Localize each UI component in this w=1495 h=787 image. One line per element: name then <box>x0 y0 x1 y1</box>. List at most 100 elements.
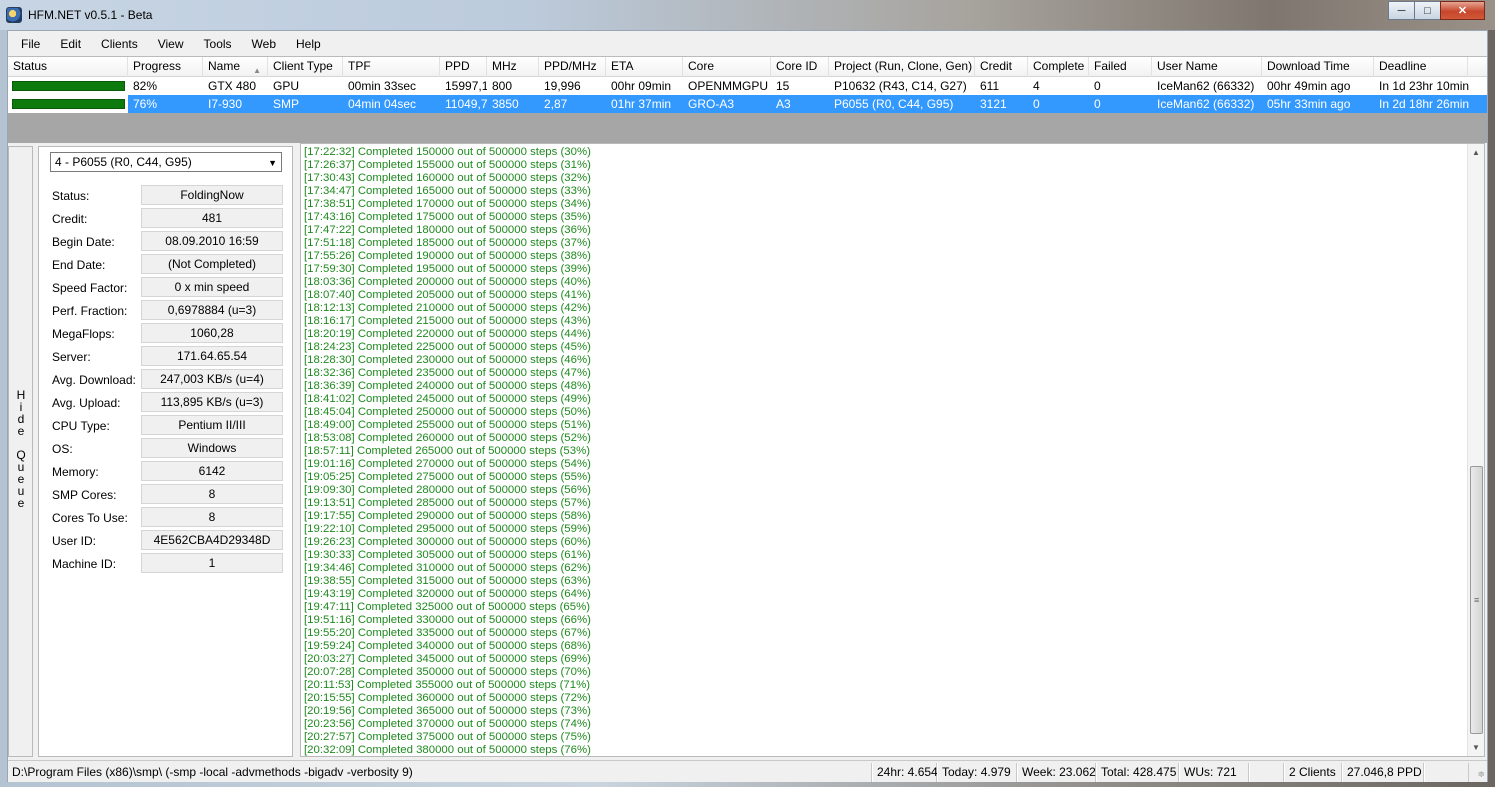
queue-field-label: Avg. Download: <box>52 373 136 387</box>
tpf-cell: 00min 33sec <box>348 79 417 93</box>
title-bar[interactable]: HFM.NET v0.5.1 - Beta ─ □ ✕ <box>0 0 1495 30</box>
log-line: [19:05:25] Completed 275000 out of 50000… <box>304 471 591 483</box>
maximize-button[interactable]: □ <box>1414 1 1441 20</box>
menu-view[interactable]: View <box>148 37 194 51</box>
name-cell: I7-930 <box>208 97 243 111</box>
column-header-core[interactable]: Core <box>683 57 771 77</box>
column-header-project[interactable]: Project (Run, Clone, Gen) <box>829 57 975 77</box>
column-header-name[interactable]: Name ▲ <box>203 57 268 77</box>
grip-icon: ≡ <box>1474 595 1480 605</box>
status-today: Today: 4.979 <box>937 763 1017 782</box>
table-row-selected[interactable]: 76% I7-930 SMP 04min 04sec 11049,7 3850 … <box>8 95 1487 113</box>
log-line: [17:38:51] Completed 170000 out of 50000… <box>304 198 591 210</box>
log-panel[interactable]: [17:22:32] Completed 150000 out of 50000… <box>300 143 1485 757</box>
log-line: [19:51:16] Completed 330000 out of 50000… <box>304 614 591 626</box>
log-line: [18:28:30] Completed 230000 out of 50000… <box>304 354 591 366</box>
queue-selector[interactable]: 4 - P6055 (R0, C44, G95) ▼ <box>50 152 282 172</box>
queue-field: Memory: 6142 <box>52 461 284 484</box>
column-header-status[interactable]: Status <box>8 57 128 77</box>
column-header-complete[interactable]: Complete <box>1028 57 1089 77</box>
queue-field-label: Server: <box>52 350 91 364</box>
status-24hr: 24hr: 4.654 <box>872 763 938 782</box>
log-line: [19:17:55] Completed 290000 out of 50000… <box>304 510 591 522</box>
log-line: [19:38:55] Completed 315000 out of 50000… <box>304 575 591 587</box>
clients-grid: Status Progress Name ▲ Client Type TPF PP… <box>8 56 1487 144</box>
log-line: [19:26:23] Completed 300000 out of 50000… <box>304 536 591 548</box>
queue-field-label: OS: <box>52 442 73 456</box>
log-line: [20:03:27] Completed 345000 out of 50000… <box>304 653 591 665</box>
project-cell: P10632 (R43, C14, G27) <box>834 79 967 93</box>
menu-file[interactable]: File <box>8 37 50 51</box>
menu-tools[interactable]: Tools <box>194 37 242 51</box>
queue-field-value: 247,003 KB/s (u=4) <box>141 369 283 389</box>
size-grip-icon[interactable]: ≑ <box>1477 769 1485 780</box>
download-time-cell: 05hr 33min ago <box>1267 97 1351 111</box>
column-header-ppd[interactable]: PPD <box>440 57 487 77</box>
status-empty <box>1249 763 1284 782</box>
menu-clients[interactable]: Clients <box>91 37 148 51</box>
hide-queue-label: Hide Queue <box>16 388 26 510</box>
hide-queue-button[interactable]: Hide Queue <box>8 146 33 757</box>
queue-field-value: 08.09.2010 16:59 <box>141 231 283 251</box>
queue-field-value: 171.64.65.54 <box>141 346 283 366</box>
queue-field: Avg. Download: 247,003 KB/s (u=4) <box>52 369 284 392</box>
queue-field-value: 8 <box>141 484 283 504</box>
complete-cell: 0 <box>1033 97 1040 111</box>
status-cell <box>8 77 128 95</box>
log-line: [18:41:02] Completed 245000 out of 50000… <box>304 393 591 405</box>
tpf-cell: 04min 04sec <box>348 97 417 111</box>
queue-field-label: Perf. Fraction: <box>52 304 128 318</box>
queue-field-value: 4E562CBA4D29348D <box>141 530 283 550</box>
window-controls: ─ □ ✕ <box>1388 1 1485 20</box>
menu-edit[interactable]: Edit <box>50 37 91 51</box>
column-header-ppd-mhz[interactable]: PPD/MHz <box>539 57 606 77</box>
column-header-client-type[interactable]: Client Type <box>268 57 343 77</box>
queue-field: End Date: (Not Completed) <box>52 254 284 277</box>
status-empty-2 <box>1424 763 1469 782</box>
scroll-down-icon[interactable]: ▼ <box>1468 739 1484 756</box>
queue-field: Avg. Upload: 113,895 KB/s (u=3) <box>52 392 284 415</box>
queue-field-label: Avg. Upload: <box>52 396 121 410</box>
credit-cell: 3121 <box>980 97 1007 111</box>
column-header-tpf[interactable]: TPF <box>343 57 440 77</box>
column-header-mhz[interactable]: MHz <box>487 57 539 77</box>
progress-cell: 76% <box>133 97 158 111</box>
log-line: [18:36:39] Completed 240000 out of 50000… <box>304 380 591 392</box>
log-line: [19:30:33] Completed 305000 out of 50000… <box>304 549 591 561</box>
column-header-core-id[interactable]: Core ID <box>771 57 829 77</box>
log-line: [18:12:13] Completed 210000 out of 50000… <box>304 302 591 314</box>
log-line: [20:07:28] Completed 350000 out of 50000… <box>304 666 591 678</box>
column-header-progress[interactable]: Progress <box>128 57 203 77</box>
column-header-deadline[interactable]: Deadline <box>1374 57 1468 77</box>
table-row[interactable]: 82% GTX 480 GPU 00min 33sec 15997,1 800 … <box>8 77 1487 95</box>
menu-help[interactable]: Help <box>286 37 331 51</box>
queue-field: CPU Type: Pentium II/III <box>52 415 284 438</box>
log-scrollbar[interactable]: ▲ ≡ ▼ <box>1467 144 1484 756</box>
queue-field-label: Memory: <box>52 465 99 479</box>
scroll-up-icon[interactable]: ▲ <box>1468 144 1484 161</box>
download-time-cell: 00hr 49min ago <box>1267 79 1351 93</box>
column-header-download-time[interactable]: Download Time <box>1262 57 1374 77</box>
dropdown-arrow-icon: ▼ <box>268 158 277 168</box>
queue-field: Cores To Use: 8 <box>52 507 284 530</box>
queue-field: User ID: 4E562CBA4D29348D <box>52 530 284 553</box>
log-line: [19:09:30] Completed 280000 out of 50000… <box>304 484 591 496</box>
menu-web[interactable]: Web <box>242 37 286 51</box>
minimize-button[interactable]: ─ <box>1388 1 1415 20</box>
scroll-thumb[interactable]: ≡ <box>1470 466 1483 734</box>
queue-selector-value: 4 - P6055 (R0, C44, G95) <box>55 155 192 169</box>
eta-cell: 00hr 09min <box>611 79 672 93</box>
queue-field-label: Begin Date: <box>52 235 115 249</box>
column-header-user-name[interactable]: User Name <box>1152 57 1262 77</box>
close-button[interactable]: ✕ <box>1440 1 1485 20</box>
queue-field-value: Pentium II/III <box>141 415 283 435</box>
column-header-credit[interactable]: Credit <box>975 57 1028 77</box>
queue-field: MegaFlops: 1060,28 <box>52 323 284 346</box>
column-header-eta[interactable]: ETA <box>606 57 683 77</box>
client-area: File Edit Clients View Tools Web Help St… <box>7 30 1488 782</box>
column-header-failed[interactable]: Failed <box>1089 57 1152 77</box>
queue-field: OS: Windows <box>52 438 284 461</box>
mhz-cell: 3850 <box>492 97 519 111</box>
maximize-icon: □ <box>1424 4 1431 17</box>
status-path: D:\Program Files (x86)\smp\ (-smp -local… <box>8 763 872 782</box>
